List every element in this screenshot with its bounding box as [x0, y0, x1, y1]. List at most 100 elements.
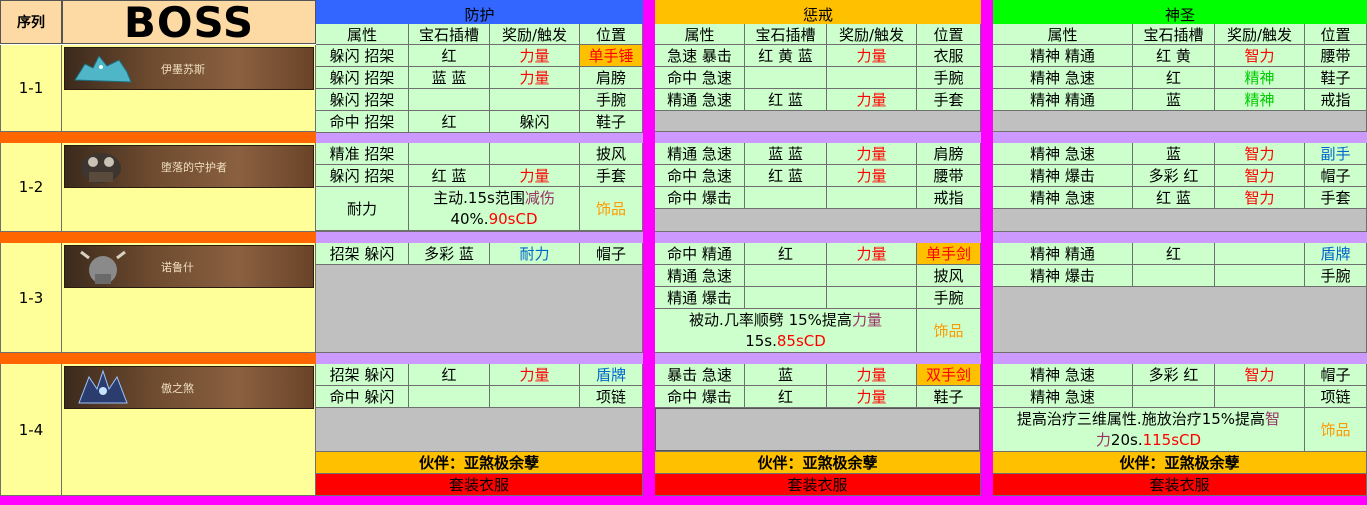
section-prot-title: 防护	[316, 4, 643, 24]
group-1-4-ret-r0-c1: 蓝	[745, 364, 827, 386]
group-1-2-seq: 1-2	[0, 143, 62, 232]
group-1-2-prot-r1-c0: 躲闪 招架	[316, 165, 409, 187]
group-1-1-prot-r1-c3: 肩膀	[580, 67, 643, 89]
group-1-1-prot-r1-c2: 力量	[490, 67, 580, 89]
group-1-4-ret-r0-c3: 双手剑	[917, 364, 981, 386]
group-1-1-prot-r3-c2: 躲闪	[490, 111, 580, 133]
group-1-3-holy-r0-c3: 盾牌	[1305, 243, 1367, 265]
group-1-4-ret-empty	[655, 408, 981, 452]
group-1-1-ret-r1-c2	[827, 67, 917, 89]
group-1-1-holy-r2-c2: 精神	[1215, 89, 1305, 111]
group-1-4-ret-set: 套装衣服	[655, 474, 981, 496]
group-1-2-holy-r2-c1: 红 蓝	[1133, 187, 1215, 209]
trinket-text: 40%.	[450, 210, 489, 228]
group-1-1-ret-r2-c0: 精通 急速	[655, 89, 745, 111]
group-1-1-holy-r0-c1: 红 黄	[1133, 45, 1215, 67]
group-separator	[316, 232, 643, 243]
trinket-highlight: 力	[1095, 431, 1111, 449]
group-1-3-ret-r1-c0: 精通 急速	[655, 265, 745, 287]
group-1-2-holy-r0-c2: 智力	[1215, 143, 1305, 165]
boss-name: 堕落的守护者	[161, 161, 227, 174]
group-1-2-ret-r1-c3: 腰带	[917, 165, 981, 187]
group-1-2-ret-r2-c1	[745, 187, 827, 209]
group-1-1-ret-r1-c3: 手腕	[917, 67, 981, 89]
group-1-1-ret-empty	[655, 111, 981, 132]
col-header-ret-0: 属性	[655, 24, 745, 45]
group-1-2-holy-r1-c1: 多彩 红	[1133, 165, 1215, 187]
group-1-1-holy-r1-c1: 红	[1133, 67, 1215, 89]
group-1-4-ret-r1-c0: 命中 爆击	[655, 386, 745, 408]
group-1-2-holy-empty	[993, 209, 1367, 232]
trinket-text: 15s.	[745, 332, 777, 350]
group-1-1-seq: 1-1	[0, 45, 62, 132]
group-1-4-ret-r1-c2: 力量	[827, 386, 917, 408]
group-1-4-ret-companion: 伙伴：亚煞极余孽	[655, 452, 981, 474]
group-1-3-prot-r0-c3: 帽子	[580, 243, 643, 265]
trinket-highlight: 力量	[851, 311, 882, 329]
group-1-1-ret-r0-c3: 衣服	[917, 45, 981, 67]
group-1-1-ret-r1-c1	[745, 67, 827, 89]
group-1-1-prot-r3-c0: 命中 招架	[316, 111, 409, 133]
col-header-prot-2: 奖励/触发	[490, 24, 580, 45]
col-header-ret-1: 宝石插槽	[745, 24, 827, 45]
group-1-4-holy-r0-c3: 帽子	[1305, 364, 1367, 386]
group-1-2-holy-r0-c0: 精神 急速	[993, 143, 1133, 165]
group-1-3-ret-trinket-desc: 被动.几率顺劈 15%提高力量 15s.85sCD	[655, 309, 917, 353]
group-1-1-holy-r0-c3: 腰带	[1305, 45, 1367, 67]
group-1-4-holy-r0-c1: 多彩 红	[1133, 364, 1215, 386]
group-1-2-ret-r0-c2: 力量	[827, 143, 917, 165]
group-1-4-holy-r0-c2: 智力	[1215, 364, 1305, 386]
group-1-1-holy-r1-c3: 鞋子	[1305, 67, 1367, 89]
group-1-2-ret-r2-c3: 戒指	[917, 187, 981, 209]
group-1-1-ret-r0-c0: 急速 暴击	[655, 45, 745, 67]
group-separator	[993, 232, 1367, 243]
group-1-2-ret-r1-c1: 红 蓝	[745, 165, 827, 187]
group-1-3-ret-r1-c1	[745, 265, 827, 287]
section-holy-title: 神圣	[993, 4, 1367, 24]
group-1-2-prot-trinket-stat: 耐力	[316, 187, 409, 231]
group-1-2-boss-banner: 堕落的守护者	[64, 145, 314, 188]
group-1-1-prot-r2-c0: 躲闪 招架	[316, 89, 409, 111]
group-1-3-ret-r2-c1	[745, 287, 827, 309]
group-1-1-holy-r2-c3: 戒指	[1305, 89, 1367, 111]
group-1-1-prot-r0-c1: 红	[409, 45, 490, 67]
col-header-prot-0: 属性	[316, 24, 409, 45]
separator-left	[643, 0, 655, 505]
trinket-text: 被动.几率顺劈 15%提高	[689, 311, 852, 329]
group-1-2-ret-r2-c0: 命中 爆击	[655, 187, 745, 209]
group-1-4-prot-r0-c0: 招架 躲闪	[316, 364, 409, 386]
col-header-prot-3: 位置	[580, 24, 643, 45]
group-1-4-seq: 1-4	[0, 364, 62, 496]
group-separator	[655, 232, 981, 243]
trinket-cooldown: 85sCD	[776, 332, 826, 350]
group-1-2-prot-r0-c1	[409, 143, 490, 165]
group-1-2-prot-r0-c3: 披风	[580, 143, 643, 165]
group-separator	[316, 353, 643, 364]
group-1-1-prot-r2-c3: 手腕	[580, 89, 643, 111]
group-1-1-ret-r1-c0: 命中 急速	[655, 67, 745, 89]
group-1-3-seq: 1-3	[0, 243, 62, 353]
trinket-text: 20s.	[1110, 431, 1143, 449]
group-1-3-holy-r1-c0: 精神 爆击	[993, 265, 1133, 287]
seq-header: 序列	[0, 0, 62, 44]
trinket-highlight: 减伤	[524, 189, 555, 207]
tauren-icon	[71, 248, 135, 285]
group-1-3-ret-r2-c2	[827, 287, 917, 309]
group-1-2-prot-empty	[316, 231, 643, 232]
group-1-1-holy-r1-c2: 精神	[1215, 67, 1305, 89]
group-1-2-prot-trinket-slot: 饰品	[580, 187, 643, 231]
group-1-2-prot-trinket-desc: 主动.15s范围减伤 40%.90sCD	[409, 187, 580, 231]
group-1-2-prot-r0-c2	[490, 143, 580, 165]
boss-name: 伊墨苏斯	[161, 63, 205, 76]
group-1-3-holy-empty	[993, 287, 1367, 353]
sha-of-pride-icon	[71, 369, 135, 406]
boss-name: 傲之煞	[161, 382, 194, 395]
group-1-1-holy-r2-c0: 精神 精通	[993, 89, 1133, 111]
group-1-3-holy-r0-c0: 精神 精通	[993, 243, 1133, 265]
group-1-4-holy-r0-c0: 精神 急速	[993, 364, 1133, 386]
group-1-4-prot-r1-c0: 命中 躲闪	[316, 386, 409, 408]
group-1-2-ret-r1-c0: 命中 急速	[655, 165, 745, 187]
col-header-prot-1: 宝石插槽	[409, 24, 490, 45]
group-1-1-holy-r0-c0: 精神 精通	[993, 45, 1133, 67]
group-1-4-ret-r1-c3: 鞋子	[917, 386, 981, 408]
